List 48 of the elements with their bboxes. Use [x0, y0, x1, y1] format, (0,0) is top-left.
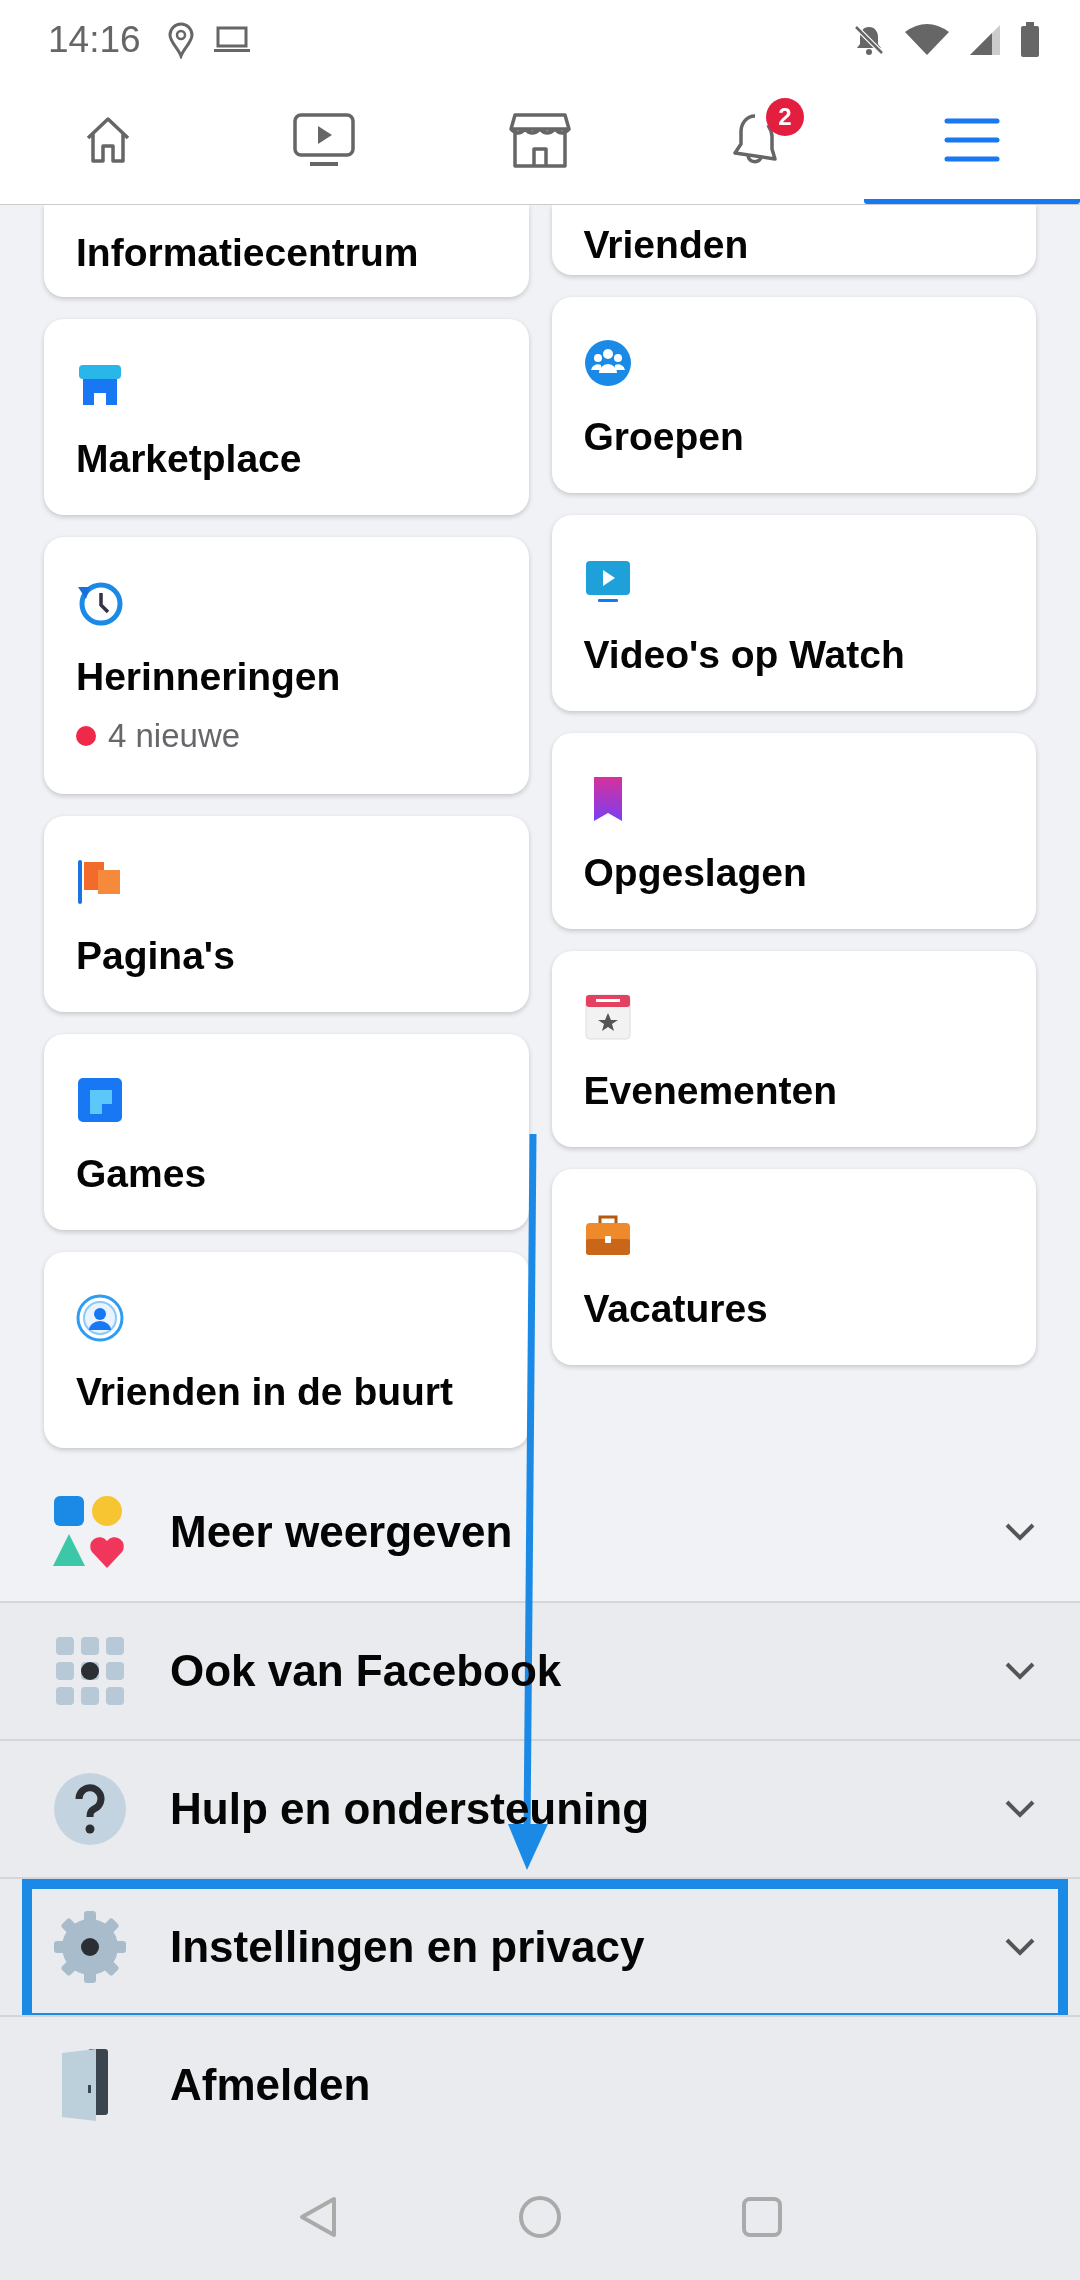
- calendar-icon: [583, 993, 632, 1041]
- person-radar-icon: [76, 1294, 124, 1342]
- signal-icon: [968, 23, 1002, 57]
- shortcut-card[interactable]: Herinneringen 4 nieuwe: [44, 537, 529, 794]
- store-icon: [509, 110, 571, 169]
- new-dot: [76, 726, 96, 746]
- shortcut-label: Pagina's: [76, 934, 236, 978]
- menu-row[interactable]: Instellingen en privacy: [0, 1877, 1080, 2015]
- shortcut-card[interactable]: Evenementen: [551, 951, 1036, 1147]
- laptop-icon: [212, 26, 251, 54]
- location-icon: [166, 21, 195, 59]
- notification-badge: 2: [766, 97, 804, 136]
- wifi-icon: [904, 23, 950, 57]
- question-icon: [52, 1771, 128, 1847]
- menu-icon: [944, 116, 1000, 163]
- muted-bell-icon: [852, 23, 886, 57]
- new-count: 4 nieuwe: [108, 717, 241, 755]
- shortcut-label: Informatiecentrum: [76, 231, 420, 275]
- shortcut-card[interactable]: Vacatures: [551, 1169, 1036, 1365]
- gear-icon: [52, 1909, 128, 1985]
- shortcut-card[interactable]: Pagina's: [44, 816, 529, 1012]
- home-button-icon[interactable]: [518, 2194, 562, 2239]
- shortcut-card[interactable]: Video's op Watch: [551, 515, 1036, 711]
- battery-icon: [1020, 22, 1040, 58]
- shortcut-label: Vrienden: [583, 223, 750, 267]
- status-time: 14:16: [48, 19, 141, 61]
- recents-icon[interactable]: [740, 2194, 784, 2239]
- shortcut-card[interactable]: Groepen: [551, 297, 1036, 493]
- shortcut-card[interactable]: Vrienden: [551, 205, 1036, 275]
- shortcut-card[interactable]: Games: [44, 1034, 529, 1230]
- shortcut-card[interactable]: Marketplace: [44, 319, 529, 515]
- shortcut-label: Games: [76, 1152, 208, 1196]
- video-icon: [292, 111, 356, 168]
- shortcut-label: Opgeslagen: [583, 851, 808, 895]
- menu-row[interactable]: Afmelden: [0, 2015, 1080, 2153]
- shortcut-label: Vacatures: [583, 1287, 769, 1331]
- nav-tab[interactable]: 2: [648, 80, 864, 204]
- shortcut-label: Herinneringen: [76, 655, 342, 699]
- shortcut-card[interactable]: Informatiecentrum: [44, 205, 529, 297]
- shortcut-label: Marketplace: [76, 437, 303, 481]
- shortcut-label: Vrienden in de buurt: [76, 1370, 455, 1414]
- games-icon: [76, 1076, 124, 1124]
- shortcut-label: Evenementen: [583, 1069, 839, 1113]
- shortcut-label: Groepen: [583, 415, 745, 459]
- shortcut-card[interactable]: Vrienden in de buurt: [44, 1252, 529, 1448]
- shortcut-card[interactable]: Opgeslagen: [551, 733, 1036, 929]
- group-icon: [583, 339, 632, 387]
- shortcut-label: Video's op Watch: [583, 633, 906, 677]
